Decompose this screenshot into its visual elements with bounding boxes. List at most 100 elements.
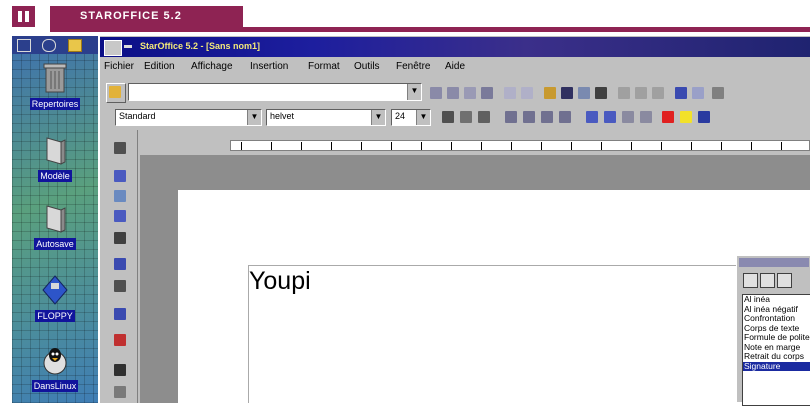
style-item[interactable]: Signature bbox=[743, 361, 810, 371]
background-color-icon[interactable] bbox=[698, 111, 710, 123]
paste-icon[interactable] bbox=[652, 87, 664, 99]
chevron-down-icon[interactable]: ▼ bbox=[247, 110, 261, 125]
desktop-icon-label: Modèle bbox=[38, 170, 72, 182]
trash-can-icon bbox=[41, 62, 69, 94]
autospell-icon[interactable] bbox=[114, 308, 126, 320]
pencil-icon bbox=[109, 86, 121, 98]
text-boundary bbox=[248, 265, 738, 403]
url-input[interactable]: ▼ bbox=[128, 83, 422, 101]
menu-aide[interactable]: Aide bbox=[445, 61, 465, 72]
back-icon[interactable] bbox=[430, 87, 442, 99]
increase-indent-icon[interactable] bbox=[640, 111, 652, 123]
desktop-icon-label: Autosave bbox=[34, 238, 76, 250]
desktop-icon-danslinux[interactable]: DansLinux bbox=[12, 344, 98, 392]
title-bar[interactable]: StarOffice 5.2 - [Sans nom1] bbox=[100, 37, 810, 57]
function-bar: ▼ bbox=[100, 80, 810, 104]
numbering-icon[interactable] bbox=[586, 111, 598, 123]
table-icon[interactable] bbox=[114, 142, 126, 154]
document-text[interactable]: Youpi bbox=[249, 267, 311, 296]
desktop-icon-label: FLOPPY bbox=[35, 310, 75, 322]
highlight-icon[interactable] bbox=[680, 111, 692, 123]
menu-insertion[interactable]: Insertion bbox=[250, 61, 288, 72]
mail-icon[interactable] bbox=[578, 87, 590, 99]
desktop-icon-label: Repertoires bbox=[29, 98, 81, 110]
desktop-icon-repertoires[interactable]: Repertoires bbox=[12, 62, 98, 110]
justify-icon[interactable] bbox=[559, 111, 571, 123]
horizontal-ruler[interactable] bbox=[230, 140, 810, 151]
penguin-icon bbox=[41, 344, 69, 376]
desktop-folder-icon[interactable] bbox=[68, 39, 82, 52]
folder-icon bbox=[41, 134, 69, 166]
format-bar: Standard ▼ helvet ▼ 24 ▼ bbox=[100, 106, 810, 128]
forward-icon[interactable] bbox=[447, 87, 459, 99]
find-replace-icon[interactable] bbox=[114, 364, 126, 376]
character-styles-icon[interactable] bbox=[760, 273, 775, 288]
section-icon bbox=[12, 6, 35, 27]
folder-icon bbox=[41, 202, 69, 234]
menu-fichier[interactable]: Fichier bbox=[104, 61, 134, 72]
align-center-icon[interactable] bbox=[523, 111, 535, 123]
find-icon[interactable] bbox=[504, 87, 516, 99]
section-rule bbox=[50, 27, 810, 32]
desktop-icon-label: DansLinux bbox=[31, 380, 79, 392]
form-icon[interactable] bbox=[114, 232, 126, 244]
system-menu-button[interactable] bbox=[104, 40, 122, 56]
font-color-icon[interactable] bbox=[662, 111, 674, 123]
frame-styles-icon[interactable] bbox=[777, 273, 792, 288]
insert-object-icon[interactable] bbox=[114, 170, 126, 182]
desktop-window-icon[interactable] bbox=[17, 39, 31, 52]
copy-icon[interactable] bbox=[635, 87, 647, 99]
chevron-down-icon[interactable]: ▼ bbox=[416, 110, 430, 125]
cut-icon[interactable] bbox=[618, 87, 630, 99]
redo-icon[interactable] bbox=[692, 87, 704, 99]
menu-affichage[interactable]: Affichage bbox=[191, 61, 233, 72]
menu-format[interactable]: Format bbox=[308, 61, 340, 72]
insert-draw-icon[interactable] bbox=[114, 210, 126, 222]
save-icon[interactable] bbox=[561, 87, 573, 99]
stop-icon[interactable] bbox=[464, 87, 476, 99]
direct-cursor-icon[interactable] bbox=[114, 386, 126, 398]
italic-icon[interactable] bbox=[460, 111, 472, 123]
spellcheck-icon[interactable] bbox=[114, 258, 126, 270]
navigator-icon[interactable] bbox=[712, 87, 724, 99]
desktop-icon-floppy[interactable]: FLOPPY bbox=[12, 274, 98, 322]
home-icon[interactable] bbox=[481, 87, 493, 99]
text-cursor-icon[interactable] bbox=[114, 280, 126, 292]
undo-icon[interactable] bbox=[675, 87, 687, 99]
floppy-disk-icon bbox=[41, 274, 69, 306]
bookmark-icon[interactable] bbox=[521, 87, 533, 99]
bullets-icon[interactable] bbox=[604, 111, 616, 123]
font-size-value: 24 bbox=[395, 111, 406, 121]
paragraph-style-select[interactable]: Standard ▼ bbox=[115, 109, 262, 126]
desktop-icon-autosave[interactable]: Autosave bbox=[12, 202, 98, 250]
menu-edition[interactable]: Edition bbox=[144, 61, 175, 72]
stylist-window: Al inéa Al inéa négatif Confrontation Co… bbox=[736, 255, 810, 406]
style-list[interactable]: Al inéa Al inéa négatif Confrontation Co… bbox=[742, 294, 810, 406]
paragraph-style-value: Standard bbox=[119, 111, 156, 121]
print-icon[interactable] bbox=[595, 87, 607, 99]
section-title: STAROFFICE 5.2 bbox=[50, 6, 243, 27]
menu-bar: Fichier Edition Affichage Insertion Form… bbox=[100, 58, 810, 76]
underline-icon[interactable] bbox=[478, 111, 490, 123]
insert-field-icon[interactable] bbox=[114, 190, 126, 202]
abc-icon[interactable] bbox=[114, 334, 126, 346]
align-left-icon[interactable] bbox=[505, 111, 517, 123]
align-right-icon[interactable] bbox=[541, 111, 553, 123]
desktop-settings-icon[interactable] bbox=[42, 39, 56, 52]
desktop-icon-modele[interactable]: Modèle bbox=[12, 134, 98, 182]
chevron-down-icon[interactable]: ▼ bbox=[407, 84, 421, 100]
font-size-select[interactable]: 24 ▼ bbox=[391, 109, 431, 126]
window-title: StarOffice 5.2 - [Sans nom1] bbox=[140, 41, 261, 51]
minimize-icon[interactable] bbox=[124, 45, 132, 48]
font-name-value: helvet bbox=[270, 111, 295, 121]
paragraph-styles-icon[interactable] bbox=[743, 273, 758, 288]
edit-file-button[interactable] bbox=[106, 83, 126, 103]
menu-outils[interactable]: Outils bbox=[354, 61, 380, 72]
chevron-down-icon[interactable]: ▼ bbox=[371, 110, 385, 125]
stylist-title-bar[interactable] bbox=[739, 258, 809, 267]
font-name-select[interactable]: helvet ▼ bbox=[266, 109, 386, 126]
bold-icon[interactable] bbox=[442, 111, 454, 123]
open-icon[interactable] bbox=[544, 87, 556, 99]
menu-fenetre[interactable]: Fenêtre bbox=[396, 61, 430, 72]
decrease-indent-icon[interactable] bbox=[622, 111, 634, 123]
